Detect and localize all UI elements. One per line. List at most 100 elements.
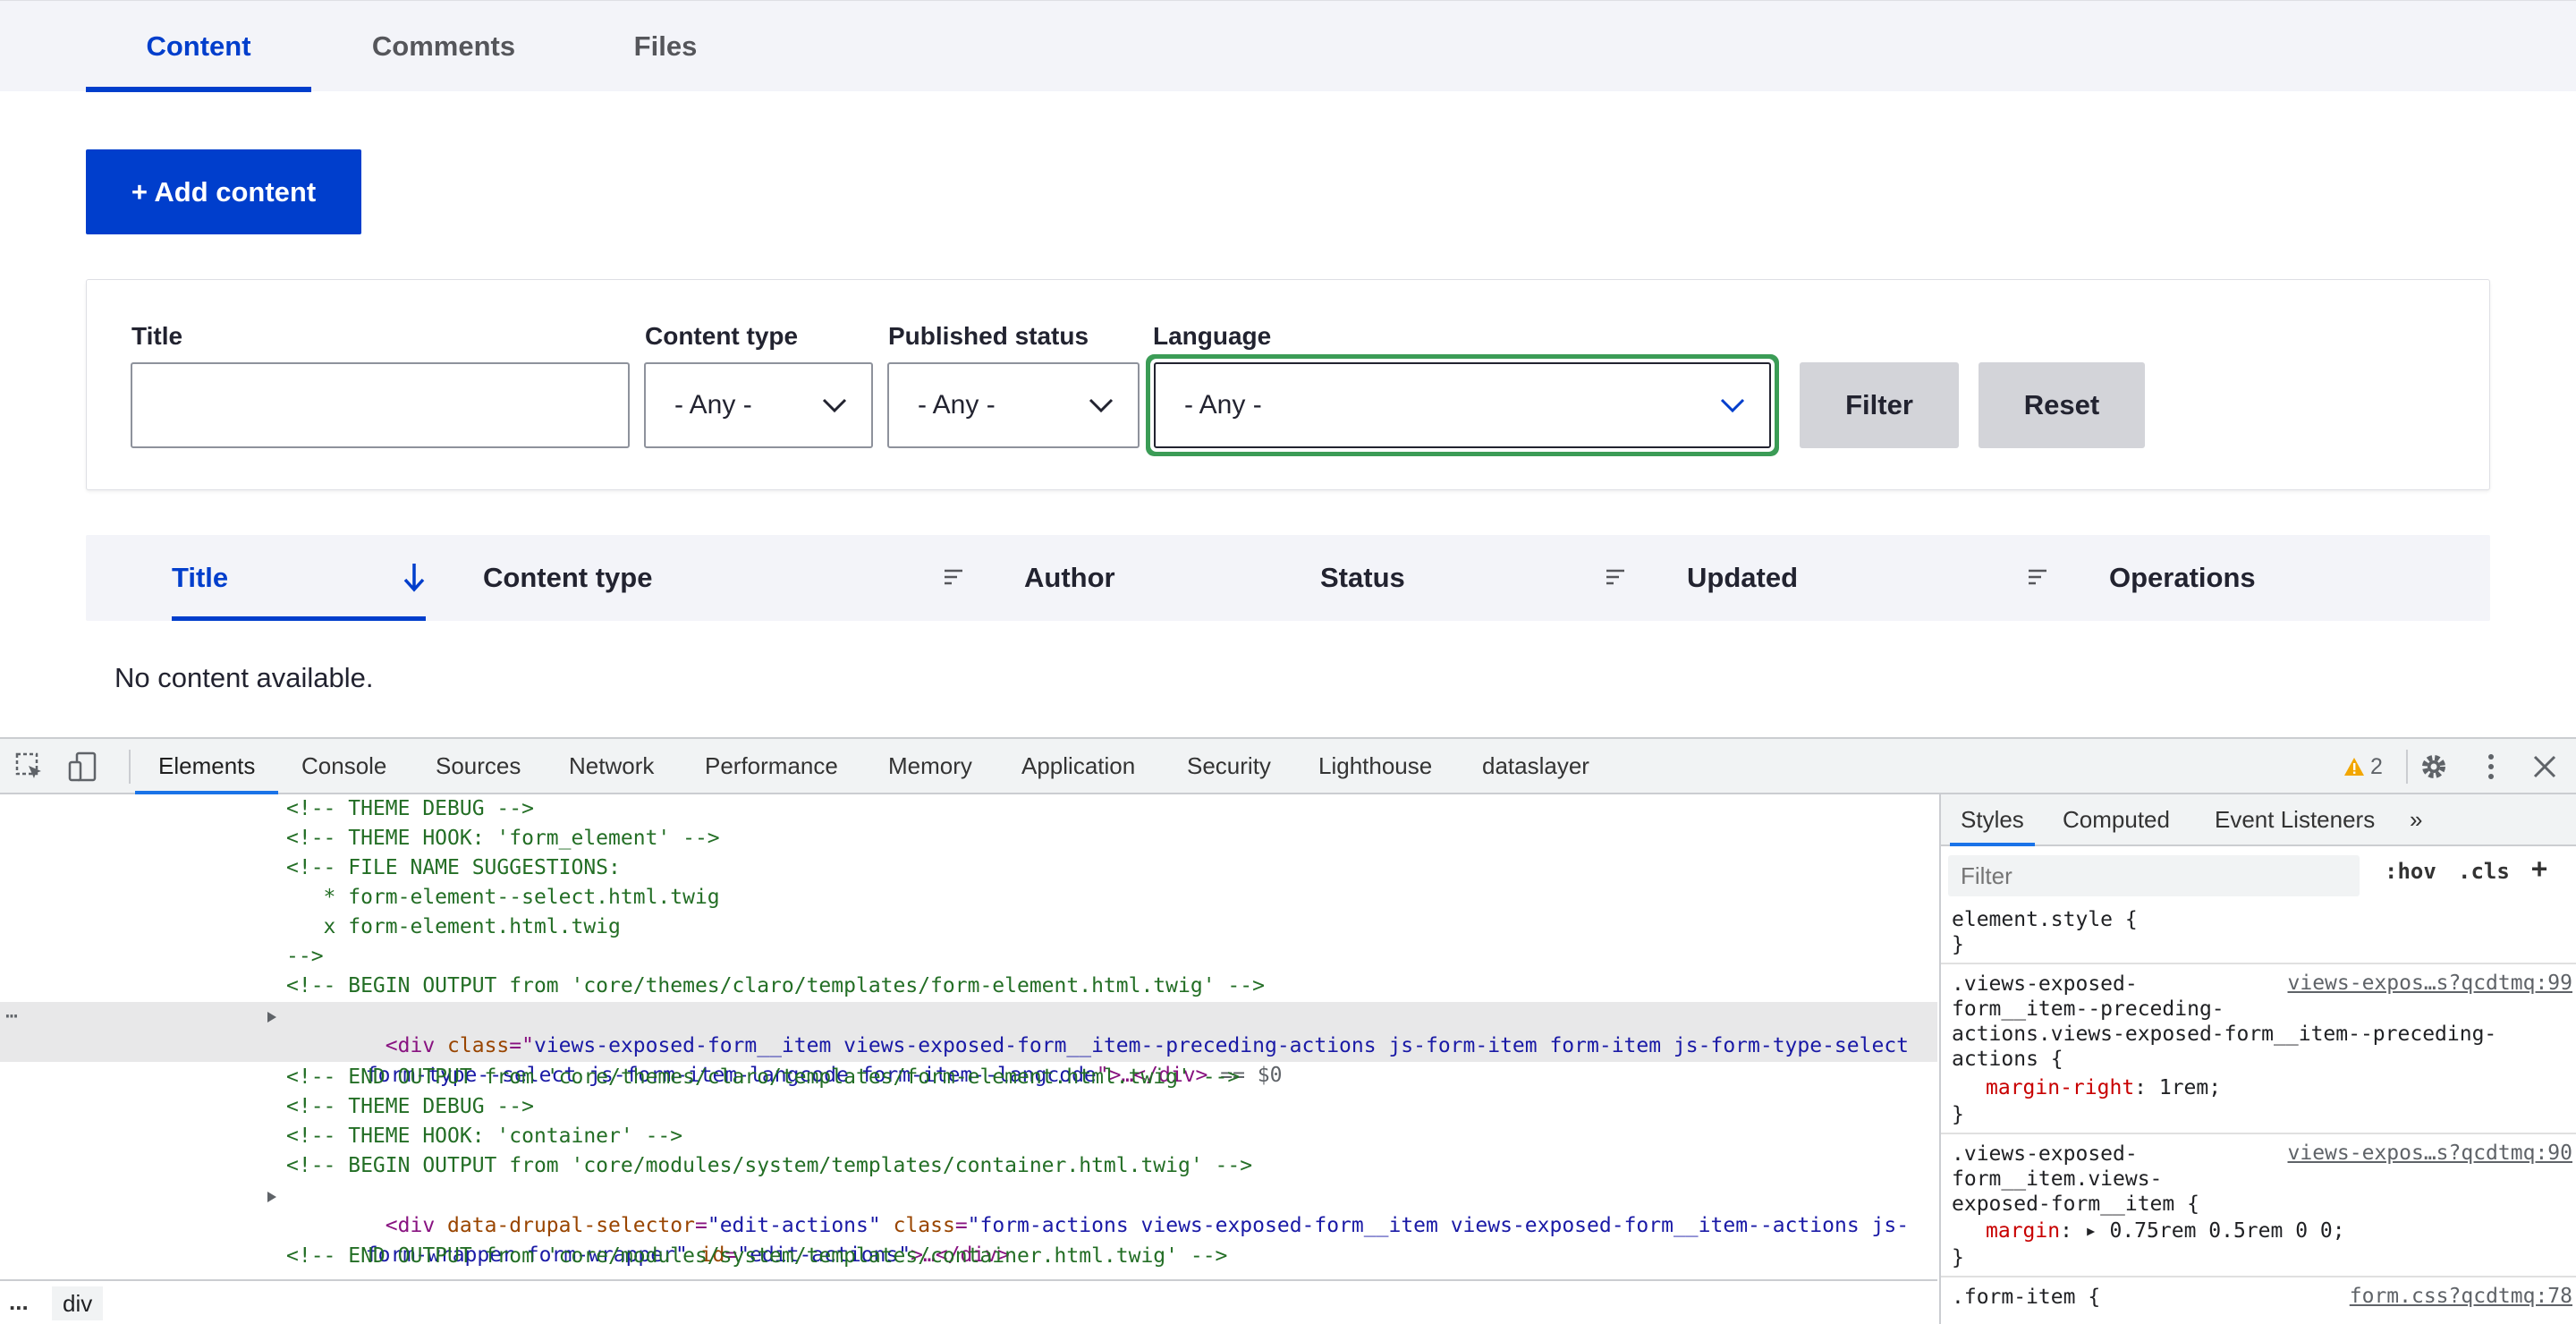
styles-tabs: Styles Computed Event Listeners » <box>1941 794 2576 846</box>
dom-tree[interactable]: <!-- THEME DEBUG --> <!-- THEME HOOK: 'f… <box>0 794 1937 1279</box>
warnings-badge[interactable]: 2 <box>2343 751 2383 782</box>
devtools-tab-security[interactable]: Security <box>1187 739 1271 793</box>
style-rule-preceding-actions[interactable]: views-expos…s?qcdtmq:99 .views-exposed- … <box>1941 966 2576 1134</box>
new-rule-button[interactable]: + <box>2531 853 2547 885</box>
expand-triangle-icon[interactable] <box>267 1191 277 1203</box>
inspect-element-icon[interactable] <box>14 751 45 782</box>
column-status-label: Status <box>1320 562 1405 593</box>
rule-selector: exposed-form__item { <box>1952 1192 2199 1216</box>
tab-event-listeners[interactable]: Event Listeners <box>2215 794 2375 844</box>
dom-node[interactable]: <!-- THEME DEBUG --> <box>0 794 1937 824</box>
rule-brace: } <box>1952 1103 1964 1126</box>
device-toolbar-icon[interactable] <box>68 751 98 782</box>
toolbar-divider <box>129 750 131 784</box>
title-filter-input[interactable] <box>131 362 630 448</box>
expand-triangle-icon[interactable] <box>267 1011 277 1023</box>
dom-comment: <!-- THEME DEBUG --> <box>286 797 534 820</box>
style-rule-form-item[interactable]: form.css?qcdtmq:78 .form-item { <box>1941 1279 2576 1324</box>
tab-content-label: Content <box>146 30 251 62</box>
dom-node[interactable]: <!-- END OUTPUT from 'core/modules/syste… <box>0 1242 1937 1271</box>
dom-node[interactable]: <!-- THEME HOOK: 'form_element' --> <box>0 824 1937 853</box>
dom-breadcrumb: ... div <box>0 1279 1937 1324</box>
warning-icon <box>2344 758 2364 776</box>
rule-value[interactable]: : ▸ 0.75rem 0.5rem 0 0; <box>2060 1219 2345 1243</box>
rule-source-link[interactable]: views-expos…s?qcdtmq:99 <box>2288 972 2573 995</box>
content-type-select[interactable]: - Any - <box>644 362 873 448</box>
rule-property[interactable]: margin <box>1986 1219 2060 1243</box>
column-status[interactable]: Status <box>1320 535 1405 621</box>
rule-value[interactable]: : 1rem; <box>2134 1076 2221 1099</box>
close-icon[interactable] <box>2529 751 2560 782</box>
style-rule-element[interactable]: element.style { } <box>1941 904 2576 964</box>
add-content-button[interactable]: + Add content <box>86 149 361 234</box>
tab-content[interactable]: Content <box>86 1 311 92</box>
devtools-tab-lighthouse[interactable]: Lighthouse <box>1318 739 1432 793</box>
language-label: Language <box>1153 322 1272 350</box>
breadcrumb-item[interactable]: div <box>52 1286 104 1320</box>
sort-icon[interactable] <box>1605 567 1626 587</box>
style-rule-exposed-form-item[interactable]: views-expos…s?qcdtmq:90 .views-exposed- … <box>1941 1136 2576 1277</box>
rule-selector: actions.views-exposed-form__item--preced… <box>1952 1023 2497 1046</box>
dom-node[interactable]: <!-- FILE NAME SUGGESTIONS: <box>0 853 1937 883</box>
reset-button-label: Reset <box>2023 389 2100 420</box>
sort-icon[interactable] <box>2027 567 2048 587</box>
reset-button[interactable]: Reset <box>1979 362 2145 448</box>
rule-selector: .views-exposed- <box>1952 972 2138 996</box>
dom-comment: <!-- BEGIN OUTPUT from 'core/themes/clar… <box>286 974 1265 997</box>
devtools-tab-network[interactable]: Network <box>569 739 654 793</box>
chevron-down-icon <box>1089 398 1114 413</box>
language-select[interactable]: - Any - <box>1154 362 1771 448</box>
dom-node[interactable]: <div data-drupal-selector="edit-actions"… <box>0 1182 1937 1267</box>
empty-message: No content available. <box>114 662 374 693</box>
node-ellipsis-icon[interactable]: ⋯ <box>5 1002 18 1031</box>
tab-files[interactable]: Files <box>594 1 737 92</box>
hover-state-button[interactable]: :hov <box>2385 859 2436 884</box>
column-author[interactable]: Author <box>1024 535 1115 621</box>
rule-source-link[interactable]: views-expos…s?qcdtmq:90 <box>2288 1142 2573 1165</box>
devtools-tab-sources[interactable]: Sources <box>436 739 521 793</box>
tab-comments[interactable]: Comments <box>336 1 551 92</box>
column-updated[interactable]: Updated <box>1687 535 1798 621</box>
devtools-tab-performance[interactable]: Performance <box>705 739 838 793</box>
styles-sidebar: Styles Computed Event Listeners » :hov .… <box>1939 794 2576 1324</box>
dom-node-selected[interactable]: ⋯ <div class="views-exposed-form__item v… <box>0 1002 1937 1087</box>
devtools-tab-elements[interactable]: Elements <box>134 739 279 794</box>
settings-gear-icon[interactable] <box>2419 751 2449 782</box>
dom-node[interactable]: <!-- THEME HOOK: 'container' --> <box>0 1122 1937 1151</box>
rule-selector: form__item--preceding- <box>1952 997 2224 1021</box>
dom-comment: <!-- END OUTPUT from 'core/themes/claro/… <box>286 1065 1241 1089</box>
sort-icon[interactable] <box>943 567 964 587</box>
rule-property[interactable]: margin-right <box>1986 1076 2134 1099</box>
filter-button-label: Filter <box>1845 389 1913 420</box>
filter-button[interactable]: Filter <box>1800 362 1959 448</box>
column-operations-label: Operations <box>2109 562 2256 593</box>
dom-node: x form-element.html.twig <box>0 912 1937 942</box>
devtools-panel: Elements Console Sources Network Perform… <box>0 737 2576 1324</box>
content-type-value: - Any - <box>674 390 752 420</box>
devtools-tab-console[interactable]: Console <box>301 739 386 793</box>
dom-comment: <!-- THEME HOOK: 'form_element' --> <box>286 827 720 850</box>
column-title[interactable]: Title <box>172 535 426 621</box>
column-content-type[interactable]: Content type <box>483 535 652 621</box>
styles-filter-input[interactable] <box>1948 855 2360 896</box>
dom-node[interactable]: <!-- THEME DEBUG --> <box>0 1092 1937 1122</box>
dom-node[interactable]: <!-- END OUTPUT from 'core/themes/claro/… <box>0 1063 1937 1092</box>
rule-source-link[interactable]: form.css?qcdtmq:78 <box>2350 1285 2572 1308</box>
more-tabs-icon[interactable]: » <box>2410 794 2422 844</box>
dom-node[interactable]: <!-- BEGIN OUTPUT from 'core/modules/sys… <box>0 1151 1937 1181</box>
tab-computed[interactable]: Computed <box>2063 794 2170 844</box>
language-value: - Any - <box>1184 390 1262 420</box>
published-status-select[interactable]: - Any - <box>887 362 1140 448</box>
class-toggle-button[interactable]: .cls <box>2458 859 2510 884</box>
devtools-tab-application[interactable]: Application <box>1021 739 1135 793</box>
dom-node[interactable]: <!-- BEGIN OUTPUT from 'core/themes/clar… <box>0 972 1937 1001</box>
dom-comment: x form-element.html.twig <box>286 915 621 938</box>
dom-comment: <!-- FILE NAME SUGGESTIONS: <box>286 856 621 879</box>
more-options-icon[interactable] <box>2476 751 2506 782</box>
sort-descending-icon <box>403 564 425 592</box>
content-type-label: Content type <box>645 322 799 350</box>
tab-styles[interactable]: Styles <box>1950 794 2035 846</box>
breadcrumb-more-icon[interactable]: ... <box>9 1288 29 1316</box>
devtools-tab-dataslayer[interactable]: dataslayer <box>1482 739 1589 793</box>
devtools-tab-memory[interactable]: Memory <box>888 739 972 793</box>
